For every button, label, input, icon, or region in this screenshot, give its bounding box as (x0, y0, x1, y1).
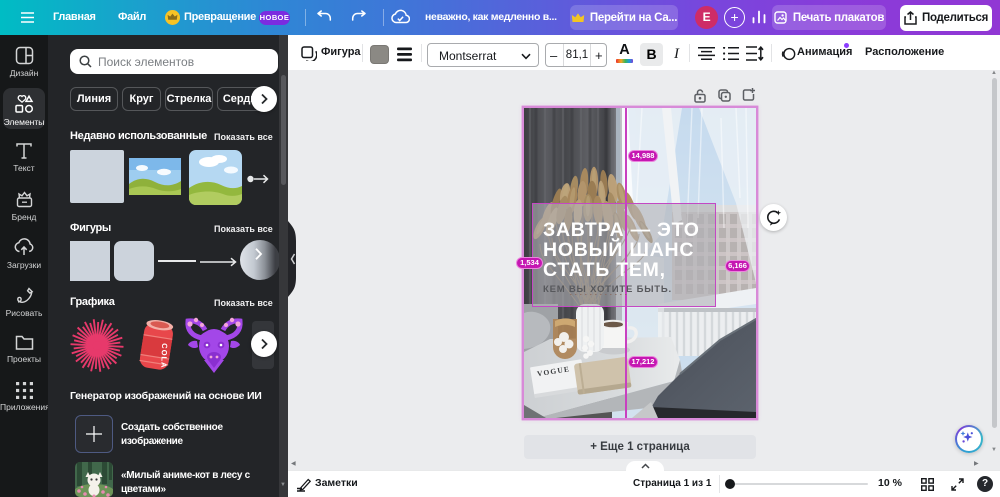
svg-text:COLA: COLA (159, 343, 169, 369)
